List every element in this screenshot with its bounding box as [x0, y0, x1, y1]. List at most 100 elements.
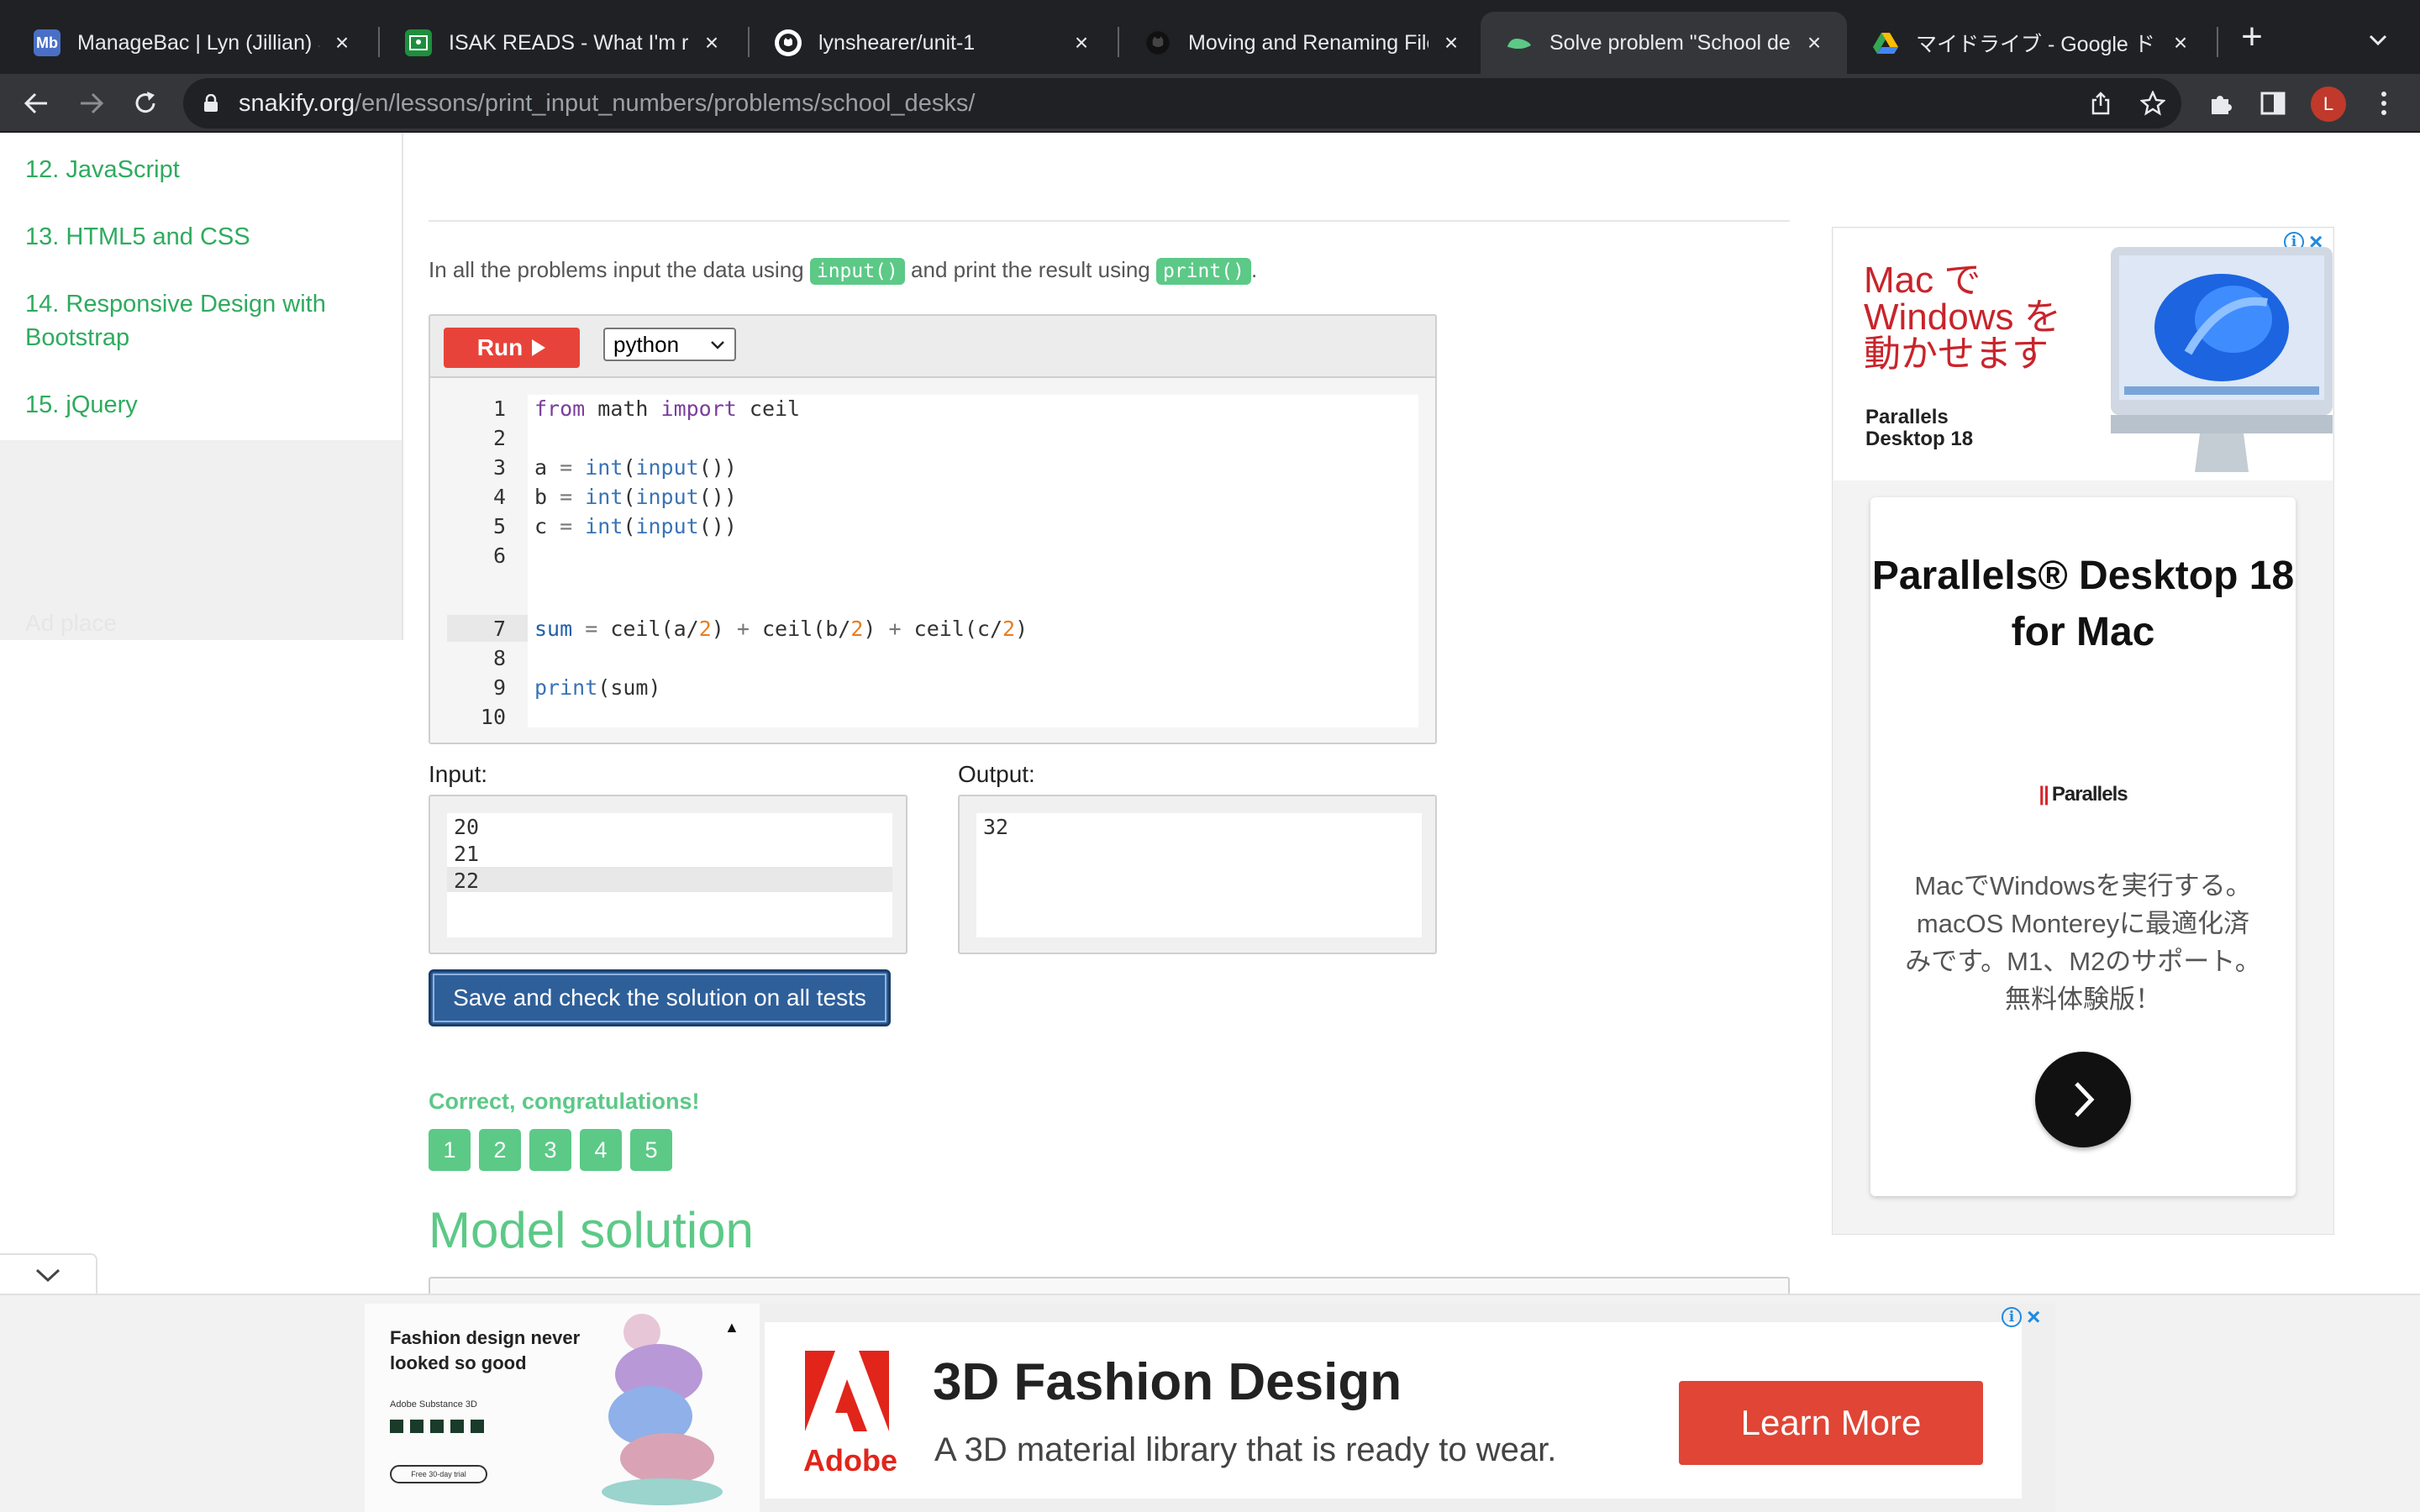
tab-search-button[interactable]: [2363, 24, 2393, 54]
sidebar-item-html5-css[interactable]: 13. HTML5 and CSS: [25, 220, 378, 254]
ad-brand-text: Parallels Desktop 18: [1865, 406, 1974, 450]
lock-icon: [204, 94, 218, 112]
fashion-ad-title: Fashion design never looked so good: [390, 1327, 581, 1373]
new-tab-button[interactable]: +: [2233, 18, 2270, 57]
chevron-right-icon: [2075, 1082, 2095, 1117]
ad-card-body: MacでWindowsを実行する。macOS Montereyに最適化済みです。…: [1905, 871, 2261, 1014]
code-line: a = int(input()): [534, 455, 737, 480]
ad-choices[interactable]: i ×: [2002, 1305, 2040, 1329]
input-line: 22: [454, 869, 480, 893]
print-code-chip: print(): [1156, 258, 1251, 285]
play-icon: [532, 339, 546, 356]
code-text-area[interactable]: [528, 395, 1418, 727]
info-icon[interactable]: i: [2002, 1307, 2022, 1327]
language-select[interactable]: python: [603, 328, 736, 361]
sidebar-item-responsive-bootstrap[interactable]: 14. Responsive Design with Bootstrap: [25, 287, 378, 354]
tab-managebac[interactable]: Mb ManageBac | Lyn (Jillian) Sh ×: [8, 12, 375, 74]
instructions-text: and print the result using: [911, 257, 1150, 282]
adobe-logo-icon: [805, 1351, 889, 1431]
code-line: print(sum): [534, 675, 661, 700]
tab-isak-reads[interactable]: ISAK READS - What I'm rea ×: [380, 12, 744, 74]
run-label: Run: [476, 334, 523, 360]
test-badge[interactable]: 1: [429, 1129, 471, 1171]
close-tab-icon[interactable]: ×: [1437, 29, 1465, 57]
browser-menu-button[interactable]: [2365, 84, 2403, 123]
extensions-button[interactable]: [2202, 84, 2240, 123]
imac-illustration: [2111, 247, 2333, 472]
sidebar-ad-placeholder: Ad place: [0, 440, 402, 640]
chevron-down-icon: [2369, 34, 2387, 46]
bottom-ad-title: 3D Fashion Design: [933, 1353, 1402, 1411]
close-tab-icon[interactable]: ×: [2166, 29, 2195, 57]
test-badge[interactable]: 4: [580, 1129, 622, 1171]
close-tab-icon[interactable]: ×: [1067, 29, 1096, 57]
input-text-area[interactable]: 20 21 22: [447, 813, 892, 937]
code-editor[interactable]: 1 2 3 4 5 6 7 8 9 10 from math import ce…: [430, 376, 1435, 743]
line-number: 3: [492, 455, 506, 480]
star-icon: [2140, 91, 2165, 116]
chevron-down-icon: [711, 341, 724, 349]
parallels-logo: || Parallels: [2039, 783, 2128, 806]
adobe-mini-logo: ▲: [724, 1319, 739, 1336]
sidebar-item-jquery[interactable]: 15. jQuery: [25, 388, 378, 422]
sidebar-item-javascript[interactable]: 12. JavaScript: [25, 153, 378, 186]
test-badge[interactable]: 3: [529, 1129, 571, 1171]
tab-title: マイドライブ - Google ドライ: [1916, 33, 2158, 56]
snakify-icon: [1506, 29, 1533, 56]
lesson-sidebar: 12. JavaScript 13. HTML5 and CSS 14. Res…: [0, 133, 403, 640]
output-text-area: 32: [976, 813, 1422, 937]
ad-headline: Mac で Windows を動かせます: [1864, 260, 2061, 375]
back-button[interactable]: [15, 82, 57, 124]
tab-moving-files[interactable]: Moving and Renaming Files ×: [1119, 12, 1484, 74]
collapse-ad-button[interactable]: [0, 1253, 97, 1295]
share-icon: [2091, 92, 2110, 115]
chevron-down-icon: [35, 1268, 60, 1283]
github-icon: [1144, 29, 1171, 56]
line-number: 10: [480, 705, 506, 729]
line-number: 5: [492, 514, 506, 538]
model-solution-heading: Model solution: [429, 1202, 754, 1258]
divider: [429, 220, 1790, 222]
address-bar[interactable]: snakify.org/en/lessons/print_input_numbe…: [183, 78, 2181, 129]
bookmark-button[interactable]: [2136, 87, 2170, 120]
line-number: 2: [492, 426, 506, 450]
code-line: sum = ceil(a/2) + ceil(b/2) + ceil(c/2): [534, 617, 1028, 641]
close-tab-icon[interactable]: ×: [1800, 29, 1828, 57]
line-number: 4: [492, 485, 506, 509]
app-icons: [390, 1420, 484, 1433]
tab-title: Moving and Renaming Files: [1188, 30, 1428, 55]
profile-avatar[interactable]: L: [2311, 87, 2346, 122]
share-button[interactable]: [2084, 87, 2118, 120]
forward-button[interactable]: [71, 82, 113, 124]
ad-card[interactable]: Parallels® Desktop 18 for Mac || Parallel…: [1870, 497, 2296, 1196]
line-number: 7: [492, 617, 506, 641]
line-number: 1: [492, 396, 506, 421]
output-line: 32: [983, 815, 1009, 839]
side-panel-button[interactable]: [2254, 84, 2292, 123]
input-box[interactable]: 20 21 22: [429, 795, 908, 954]
adobe-wordmark: Adobe: [803, 1443, 897, 1478]
fashion-ad-subtitle: Adobe Substance 3D: [390, 1399, 477, 1410]
instructions-text: .: [1250, 257, 1258, 282]
line-number: 6: [492, 543, 506, 568]
fashion-ad-panel[interactable]: Adobe 3D Fashion Design A 3D material li…: [765, 1322, 2022, 1499]
tab-snakify-active[interactable]: Solve problem "School desk ×: [1481, 12, 1847, 74]
fashion-3d-illustration: [602, 1314, 723, 1505]
tab-google-drive[interactable]: マイドライブ - Google ドライ ×: [1847, 12, 2213, 74]
run-button[interactable]: Run: [444, 328, 580, 368]
learn-more-button[interactable]: Learn More: [1679, 1381, 1983, 1465]
test-badge[interactable]: 5: [630, 1129, 672, 1171]
close-icon[interactable]: ×: [2027, 1305, 2040, 1329]
tab-github-unit[interactable]: lynshearer/unit-1 ×: [750, 12, 1114, 74]
side-panel-icon: [2260, 92, 2286, 115]
bottom-ad-banner[interactable]: Fashion design never looked so good Adob…: [365, 1304, 2055, 1512]
close-tab-icon[interactable]: ×: [328, 29, 356, 57]
test-badge[interactable]: 2: [479, 1129, 521, 1171]
browser-tab-bar: Mb ManageBac | Lyn (Jillian) Sh × ISAK R…: [0, 0, 2420, 74]
browser-toolbar: snakify.org/en/lessons/print_input_numbe…: [0, 74, 2420, 133]
save-and-check-button[interactable]: Save and check the solution on all tests: [429, 969, 891, 1026]
close-tab-icon[interactable]: ×: [697, 29, 726, 57]
reload-button[interactable]: [124, 82, 166, 124]
fashion-ad-cta[interactable]: Free 30-day trial: [390, 1465, 487, 1483]
ad-next-button[interactable]: [2035, 1052, 2131, 1147]
